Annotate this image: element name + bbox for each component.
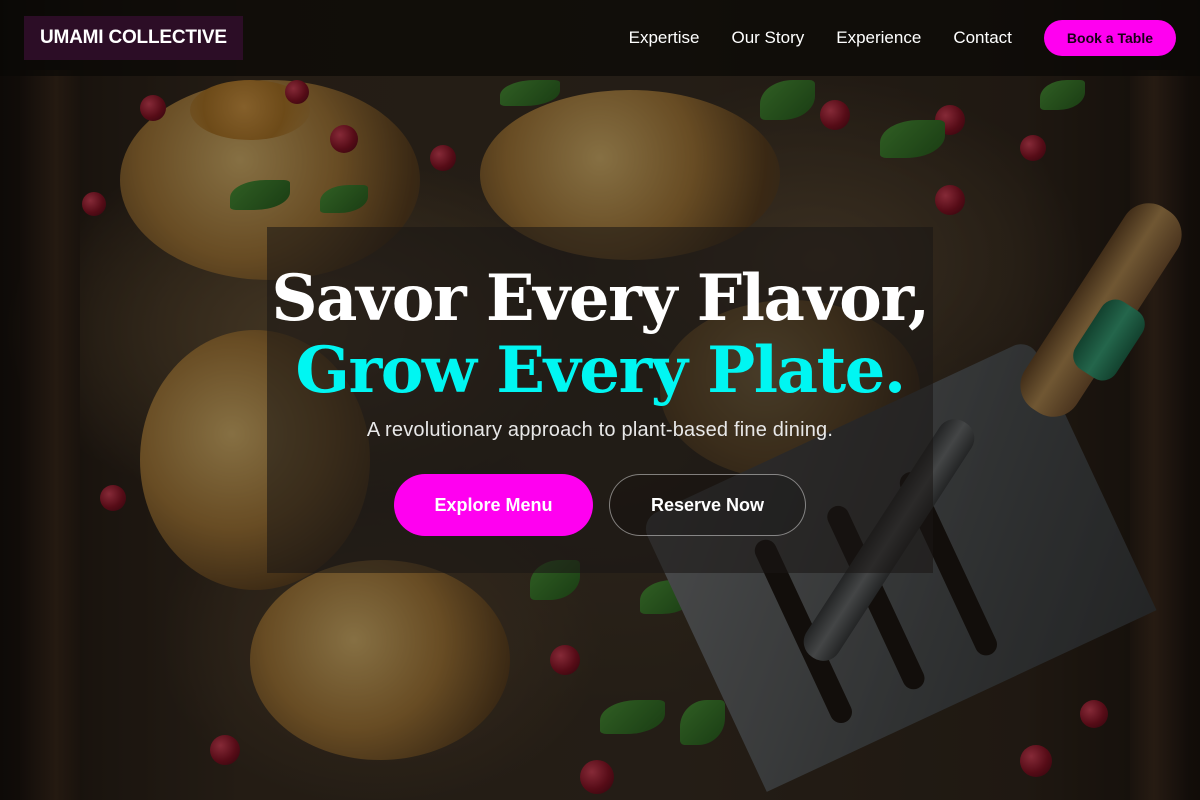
nav-link-contact[interactable]: Contact (953, 28, 1012, 48)
hero-card: Savor Every Flavor, Grow Every Plate. A … (267, 227, 933, 573)
nav-right: Expertise Our Story Experience Contact B… (629, 20, 1176, 56)
explore-menu-button[interactable]: Explore Menu (394, 474, 593, 536)
hero-subheadline: A revolutionary approach to plant-based … (366, 419, 834, 441)
reserve-now-button[interactable]: Reserve Now (609, 474, 806, 536)
nav-links: Expertise Our Story Experience Contact (629, 28, 1012, 48)
hero-headline: Savor Every Flavor, Grow Every Plate. (271, 261, 930, 408)
navbar: UMAMI COLLECTIVE Expertise Our Story Exp… (0, 0, 1200, 76)
nav-link-our-story[interactable]: Our Story (732, 28, 805, 48)
headline-line-2: Grow Every Plate. (295, 333, 906, 408)
hero-cta-row: Explore Menu Reserve Now (394, 474, 806, 536)
brand-logo[interactable]: UMAMI COLLECTIVE (24, 16, 243, 60)
nav-link-experience[interactable]: Experience (836, 28, 921, 48)
headline-line-1: Savor Every Flavor, (271, 261, 930, 336)
nav-link-expertise[interactable]: Expertise (629, 28, 700, 48)
book-table-button[interactable]: Book a Table (1043, 20, 1176, 56)
